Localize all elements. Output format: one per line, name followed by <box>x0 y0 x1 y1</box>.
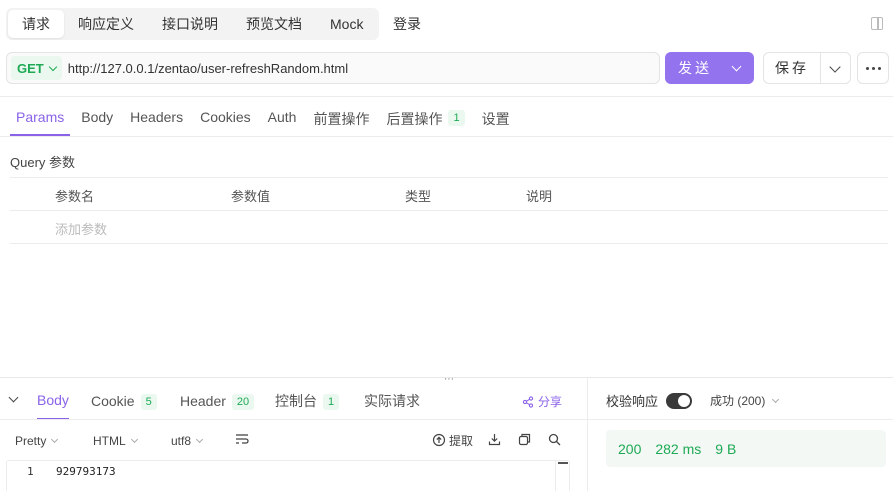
format-value: Pretty <box>15 434 47 448</box>
method-selector[interactable]: GET <box>11 56 62 80</box>
request-tabs: Params Body Headers Cookies Auth 前置操作 后置… <box>10 100 521 136</box>
response-body-editor[interactable]: 1 929793173 <box>6 460 570 491</box>
request-url-row: GET http://127.0.0.1/zentao/user-refresh… <box>6 52 889 84</box>
tab-post-operations-label: 后置操作 <box>386 111 443 127</box>
query-params-title: Query 参数 <box>10 155 76 170</box>
expected-status-value: 成功 (200) <box>710 394 766 408</box>
verify-label: 校验响应 <box>606 394 659 409</box>
column-header: 参数名 <box>55 189 95 204</box>
type-select[interactable]: HTML <box>93 434 138 448</box>
share-button[interactable]: 分享 <box>522 393 562 410</box>
chevron-down-icon <box>195 435 204 444</box>
divider <box>10 177 888 178</box>
tab-api-description[interactable]: 接口说明 <box>148 10 232 38</box>
extract-icon <box>432 433 446 447</box>
share-icon <box>522 395 534 408</box>
format-select[interactable]: Pretty <box>15 434 59 448</box>
tab-preview-doc[interactable]: 预览文档 <box>232 10 316 38</box>
tab-params[interactable]: Params <box>10 100 71 136</box>
dot-icon <box>865 66 869 70</box>
divider <box>10 243 888 244</box>
chevron-down-icon <box>48 62 57 71</box>
chevron-down-icon <box>51 435 59 444</box>
params-table-header: 参数名 参数值 类型 说明 <box>10 186 888 206</box>
dot-icon <box>877 66 881 70</box>
send-label: 发送 <box>678 60 712 76</box>
count-badge: 1 <box>323 393 340 410</box>
divider <box>0 136 893 137</box>
divider <box>588 419 893 420</box>
tab-login[interactable]: 登录 <box>393 8 421 40</box>
chevron-down-icon <box>772 395 780 403</box>
type-value: HTML <box>93 434 126 448</box>
divider <box>0 96 893 97</box>
top-bar: 请求 响应定义 接口说明 预览文档 Mock 登录 <box>0 0 893 48</box>
response-time: 282 ms <box>655 440 702 457</box>
column-header: 参数值 <box>231 189 271 204</box>
line-number: 1 <box>27 465 34 478</box>
tab-response-definition[interactable]: 响应定义 <box>64 10 148 38</box>
response-size: 9 B <box>715 440 737 457</box>
wrap-lines-icon[interactable] <box>235 433 249 445</box>
tab-mock[interactable]: Mock <box>316 10 377 38</box>
divider <box>0 419 587 420</box>
panel-divider <box>587 378 588 491</box>
tab-cookies[interactable]: Cookies <box>194 100 257 136</box>
response-body-text: 929793173 <box>56 465 116 478</box>
count-badge: 1 <box>448 110 465 126</box>
expected-status-select[interactable]: 成功 (200) <box>710 392 780 409</box>
verify-response: 校验响应 <box>606 391 693 410</box>
dot-icon <box>871 66 875 70</box>
panel-toggle-icon[interactable] <box>871 17 883 30</box>
tab-response-cookie[interactable]: Cookie 5 <box>91 382 157 420</box>
extract-button[interactable]: 提取 <box>432 432 473 448</box>
tab-response-header[interactable]: Header 20 <box>180 382 255 420</box>
url-bar: GET http://127.0.0.1/zentao/user-refresh… <box>6 52 660 84</box>
scrollbar[interactable] <box>555 461 569 491</box>
chevron-down-icon[interactable] <box>731 61 742 72</box>
response-panel: ⋯ Body Cookie 5 Header 20 控制台 1 实际请求 分享 … <box>0 375 893 491</box>
tab-console-label: 控制台 <box>275 393 317 409</box>
extract-label: 提取 <box>449 433 474 448</box>
tab-headers[interactable]: Headers <box>124 100 189 136</box>
add-param-input[interactable]: 添加参数 <box>55 219 107 238</box>
divider <box>10 210 888 211</box>
encoding-select[interactable]: utf8 <box>171 434 204 448</box>
count-badge: 20 <box>231 393 255 410</box>
url-input[interactable]: http://127.0.0.1/zentao/user-refreshRand… <box>68 61 348 76</box>
encoding-value: utf8 <box>171 434 192 448</box>
share-label: 分享 <box>538 395 563 409</box>
tab-auth[interactable]: Auth <box>262 100 303 136</box>
tab-actual-request[interactable]: 实际请求 <box>364 382 420 420</box>
column-header: 说明 <box>526 189 553 204</box>
save-button-group: 保存 <box>763 52 851 84</box>
response-status-summary: 200 282 ms 9 B <box>606 430 886 467</box>
send-button[interactable]: 发送 <box>665 52 754 84</box>
chevron-down-icon[interactable] <box>8 392 19 403</box>
verify-toggle[interactable] <box>666 392 693 409</box>
tab-pre-operations[interactable]: 前置操作 <box>307 100 375 136</box>
search-icon[interactable] <box>548 433 561 446</box>
download-icon[interactable] <box>488 433 501 446</box>
tab-settings[interactable]: 设置 <box>476 100 516 136</box>
tab-request[interactable]: 请求 <box>8 10 64 38</box>
copy-icon[interactable] <box>518 433 531 446</box>
tab-post-operations[interactable]: 后置操作 1 <box>380 100 470 136</box>
status-code: 200 <box>618 440 642 457</box>
count-badge: 5 <box>140 393 157 410</box>
save-button[interactable]: 保存 <box>764 53 821 83</box>
drag-handle-icon[interactable]: ⋯ <box>444 375 454 385</box>
tab-response-cookie-label: Cookie <box>91 393 135 409</box>
tab-console[interactable]: 控制台 1 <box>275 382 340 420</box>
save-dropdown-chevron-icon[interactable] <box>821 53 850 83</box>
more-button[interactable] <box>857 52 889 84</box>
tab-body[interactable]: Body <box>75 100 119 136</box>
top-tabs: 请求 响应定义 接口说明 预览文档 Mock <box>6 8 380 40</box>
column-header: 类型 <box>405 189 432 204</box>
method-label: GET <box>17 60 44 76</box>
tab-response-header-label: Header <box>180 393 226 409</box>
tab-response-body[interactable]: Body <box>37 382 69 420</box>
chevron-down-icon <box>130 435 138 444</box>
